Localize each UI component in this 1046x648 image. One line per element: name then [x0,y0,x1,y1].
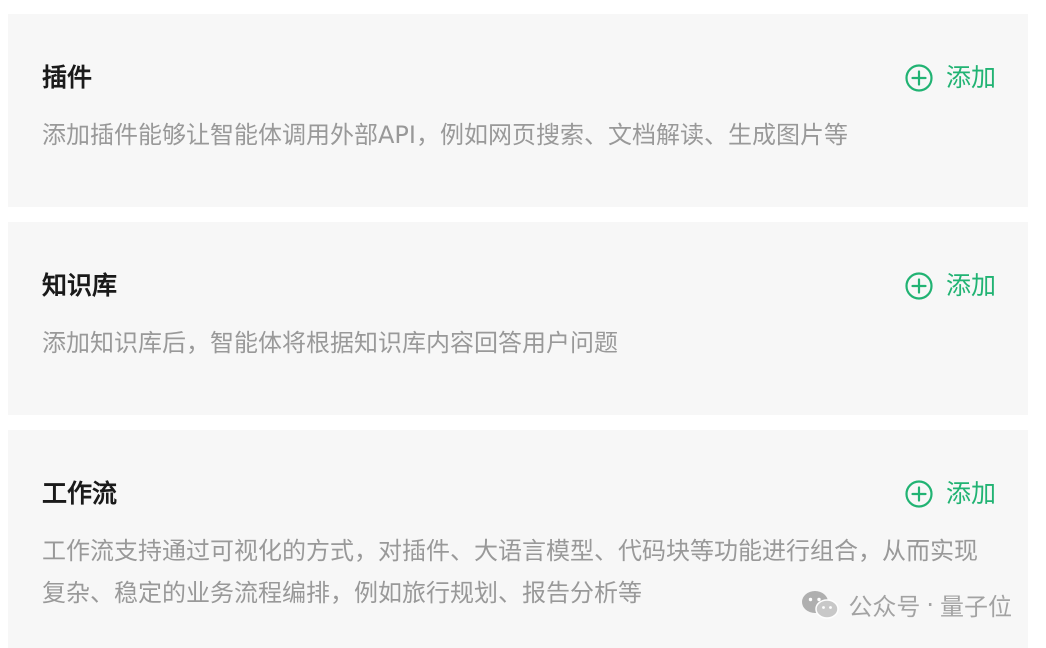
plugin-description: 添加插件能够让智能体调用外部API，例如网页搜索、文档解读、生成图片等 [42,121,848,149]
watermark-account: 量子位 [940,593,1012,621]
knowledge-base-title: 知识库 [42,271,118,300]
agent-capabilities-panel: 插件 添加 添加插件能够让智能体调用外部API，例如网页搜索、文档解读、生成图片… [0,0,1046,648]
plus-circle-icon [905,64,933,92]
watermark-separator: · [926,590,934,619]
watermark: 公众号 · 量子位 [800,587,1012,622]
add-workflow-label: 添加 [945,479,996,508]
watermark-source: 公众号 [848,593,921,621]
add-plugin-button[interactable]: 添加 [904,60,996,96]
plugin-section: 插件 添加 添加插件能够让智能体调用外部API，例如网页搜索、文档解读、生成图片… [8,14,1028,207]
knowledge-base-description: 添加知识库后，智能体将根据知识库内容回答用户问题 [42,329,618,357]
add-knowledge-base-label: 添加 [945,271,996,300]
knowledge-base-section: 知识库 添加 添加知识库后，智能体将根据知识库内容回答用户问题 [8,222,1028,415]
plus-circle-icon [905,272,933,300]
plugin-title: 插件 [42,63,93,92]
wechat-icon [802,590,840,619]
add-knowledge-base-button[interactable]: 添加 [904,268,996,304]
plus-circle-icon [905,480,933,508]
add-plugin-label: 添加 [945,63,996,92]
workflow-title: 工作流 [42,479,118,508]
add-workflow-button[interactable]: 添加 [904,476,996,512]
